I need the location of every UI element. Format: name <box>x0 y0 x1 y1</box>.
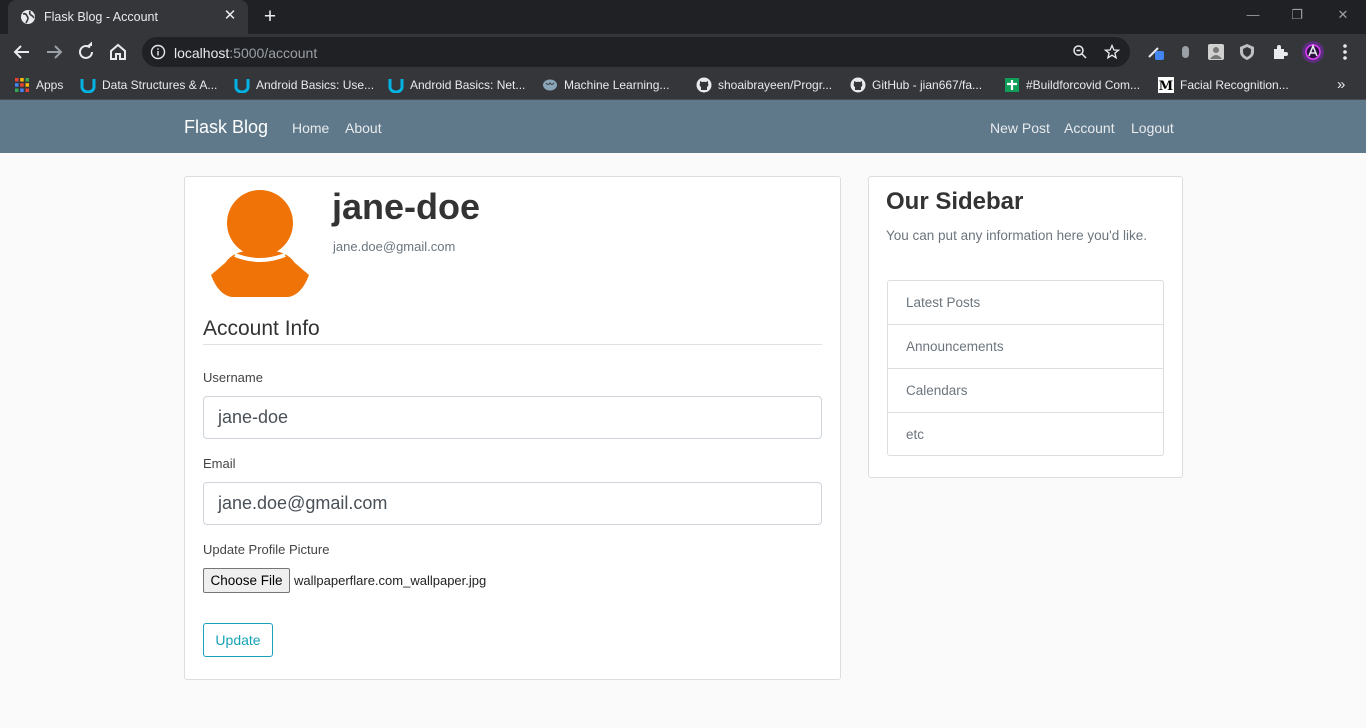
github-icon <box>850 77 866 93</box>
close-tab-icon[interactable]: ✕ <box>222 8 238 24</box>
account-info-heading: Account Info <box>203 317 320 340</box>
apps-grid-icon <box>15 77 29 92</box>
star-icon[interactable] <box>1104 44 1120 60</box>
nav-home[interactable]: Home <box>292 120 329 136</box>
browser-tab[interactable]: Flask Blog - Account ✕ <box>8 0 248 34</box>
browser-tab-strip: Flask Blog - Account ✕ + — ❐ ✕ <box>0 0 1366 34</box>
bookmark-android-basics-use[interactable]: Android Basics: Use... <box>234 76 374 94</box>
sidebar-item-latest-posts[interactable]: Latest Posts <box>888 281 1163 325</box>
mouse-extension-icon[interactable] <box>1176 42 1196 62</box>
minimize-icon[interactable]: — <box>1230 0 1276 30</box>
puzzle-extensions-icon[interactable] <box>1270 42 1290 62</box>
zoom-icon[interactable] <box>1072 44 1088 60</box>
medium-icon: M <box>1158 76 1174 93</box>
home-icon[interactable] <box>106 40 130 64</box>
bookmarks-bar: Apps Data Structures & A... Android Basi… <box>0 70 1366 100</box>
nav-logout[interactable]: Logout <box>1131 120 1174 136</box>
bookmark-data-structures[interactable]: Data Structures & A... <box>80 76 217 94</box>
image-extension-icon[interactable] <box>1206 42 1226 62</box>
bookmark-github-jian667[interactable]: GitHub - jian667/fa... <box>850 76 982 94</box>
bookmark-shoaibrayeen[interactable]: shoaibrayeen/Progr... <box>696 76 832 94</box>
nav-about[interactable]: About <box>345 120 382 136</box>
account-email-text: jane.doe@gmail.com <box>333 239 456 254</box>
close-window-icon[interactable]: ✕ <box>1320 0 1366 30</box>
bookmark-facial-recognition[interactable]: M Facial Recognition... <box>1158 76 1289 94</box>
globe-icon <box>21 10 35 24</box>
bookmarks-overflow-icon[interactable]: » <box>1337 76 1345 94</box>
back-icon[interactable] <box>10 40 34 64</box>
tab-title: Flask Blog - Account <box>44 10 158 24</box>
url-text: localhost:5000/account <box>174 45 318 61</box>
svg-text:M: M <box>1159 79 1173 93</box>
restore-icon[interactable]: ❐ <box>1274 0 1320 30</box>
nav-account[interactable]: Account <box>1064 120 1115 136</box>
devpost-icon <box>1005 77 1019 92</box>
brain-icon <box>543 79 557 91</box>
shield-icon[interactable] <box>1237 42 1257 62</box>
color-picker-extension-icon[interactable] <box>1146 42 1166 62</box>
github-icon <box>696 77 712 93</box>
profile-picture <box>211 190 309 297</box>
site-navbar: Flask Blog Home About New Post Account L… <box>0 100 1366 153</box>
update-button[interactable]: Update <box>203 623 273 657</box>
reload-icon[interactable] <box>74 40 98 64</box>
sidebar-item-etc[interactable]: etc <box>888 413 1163 455</box>
new-tab-icon[interactable]: + <box>260 6 280 27</box>
bookmark-buildforcovid[interactable]: #Buildforcovid Com... <box>1004 76 1140 94</box>
chosen-file-name: wallpaperflare.com_wallpaper.jpg <box>294 573 487 588</box>
profile-avatar-icon[interactable] <box>1301 40 1325 64</box>
udacity-icon <box>388 78 404 93</box>
sidebar-item-announcements[interactable]: Announcements <box>888 325 1163 369</box>
nav-new-post[interactable]: New Post <box>990 120 1050 136</box>
profile-picture-label: Update Profile Picture <box>203 542 330 557</box>
site-brand[interactable]: Flask Blog <box>184 117 268 138</box>
choose-file-button[interactable]: Choose File <box>203 568 290 593</box>
bookmark-apps[interactable]: Apps <box>14 76 63 94</box>
menu-kebab-icon[interactable] <box>1335 42 1355 62</box>
sidebar-list: Latest Posts Announcements Calendars etc <box>887 280 1164 456</box>
browser-toolbar: localhost:5000/account <box>0 34 1366 70</box>
info-icon[interactable] <box>150 44 166 60</box>
account-username-heading: jane-doe <box>332 186 481 227</box>
forward-icon[interactable] <box>42 40 66 64</box>
sidebar-title: Our Sidebar <box>886 188 1024 215</box>
bookmark-machine-learning[interactable]: Machine Learning... <box>542 76 669 94</box>
udacity-icon <box>234 78 250 93</box>
sidebar-description: You can put any information here you'd l… <box>886 228 1147 243</box>
divider <box>203 344 822 345</box>
sidebar-card: Our Sidebar You can put any information … <box>868 176 1183 478</box>
username-label: Username <box>203 370 263 385</box>
udacity-icon <box>80 78 96 93</box>
address-bar[interactable]: localhost:5000/account <box>142 37 1130 67</box>
email-field[interactable]: jane.doe@gmail.com <box>203 482 822 525</box>
email-label: Email <box>203 456 236 471</box>
username-field[interactable]: jane-doe <box>203 396 822 439</box>
account-card: jane-doe jane.doe@gmail.com Account Info… <box>184 176 841 680</box>
sidebar-item-calendars[interactable]: Calendars <box>888 369 1163 413</box>
bookmark-android-basics-net[interactable]: Android Basics: Net... <box>388 76 525 94</box>
